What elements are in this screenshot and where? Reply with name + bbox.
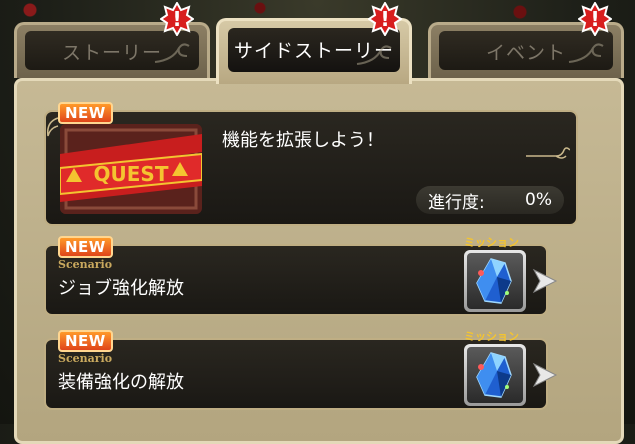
tab-event-label: イベント — [485, 42, 566, 64]
arrow-right-icon[interactable] — [532, 360, 558, 390]
svg-text:!: ! — [590, 7, 599, 31]
progress-value: 0% — [525, 190, 552, 210]
ornament-icon — [154, 43, 190, 63]
quest-image: QUEST — [60, 124, 202, 214]
quest-title: 機能を拡張しよう！ — [222, 130, 384, 151]
new-badge: NEW — [58, 102, 113, 124]
ornament-icon — [356, 45, 392, 65]
arrow-right-icon[interactable] — [532, 266, 558, 296]
alert-badge-icon: ! — [368, 2, 402, 36]
story-title: 装備強化の解放 — [58, 372, 184, 393]
alert-badge-icon: ! — [578, 2, 612, 36]
mission-label: ミッション — [464, 236, 519, 249]
svg-text:!: ! — [380, 7, 389, 31]
ornament-icon — [526, 147, 570, 159]
ornament-icon — [568, 43, 604, 63]
progress-indicator: 進行度: 0% — [416, 186, 564, 214]
svg-text:!: ! — [172, 7, 181, 31]
scenario-label: Scenario — [58, 258, 113, 271]
new-badge: NEW — [58, 236, 113, 258]
crystal-icon — [464, 344, 526, 406]
crystal-icon — [464, 250, 526, 312]
alert-badge-icon: ! — [160, 2, 194, 36]
new-badge: NEW — [58, 330, 113, 352]
progress-label: 進行度: — [428, 192, 485, 213]
story-title: ジョブ強化解放 — [58, 278, 184, 299]
quest-card[interactable]: QUEST 機能を拡張しよう！ 進行度: 0% — [44, 110, 578, 226]
quest-image-text: QUEST — [94, 162, 169, 186]
tab-story-label: ストーリー — [61, 42, 162, 64]
scenario-label: Scenario — [58, 352, 113, 365]
mission-label: ミッション — [464, 330, 519, 343]
